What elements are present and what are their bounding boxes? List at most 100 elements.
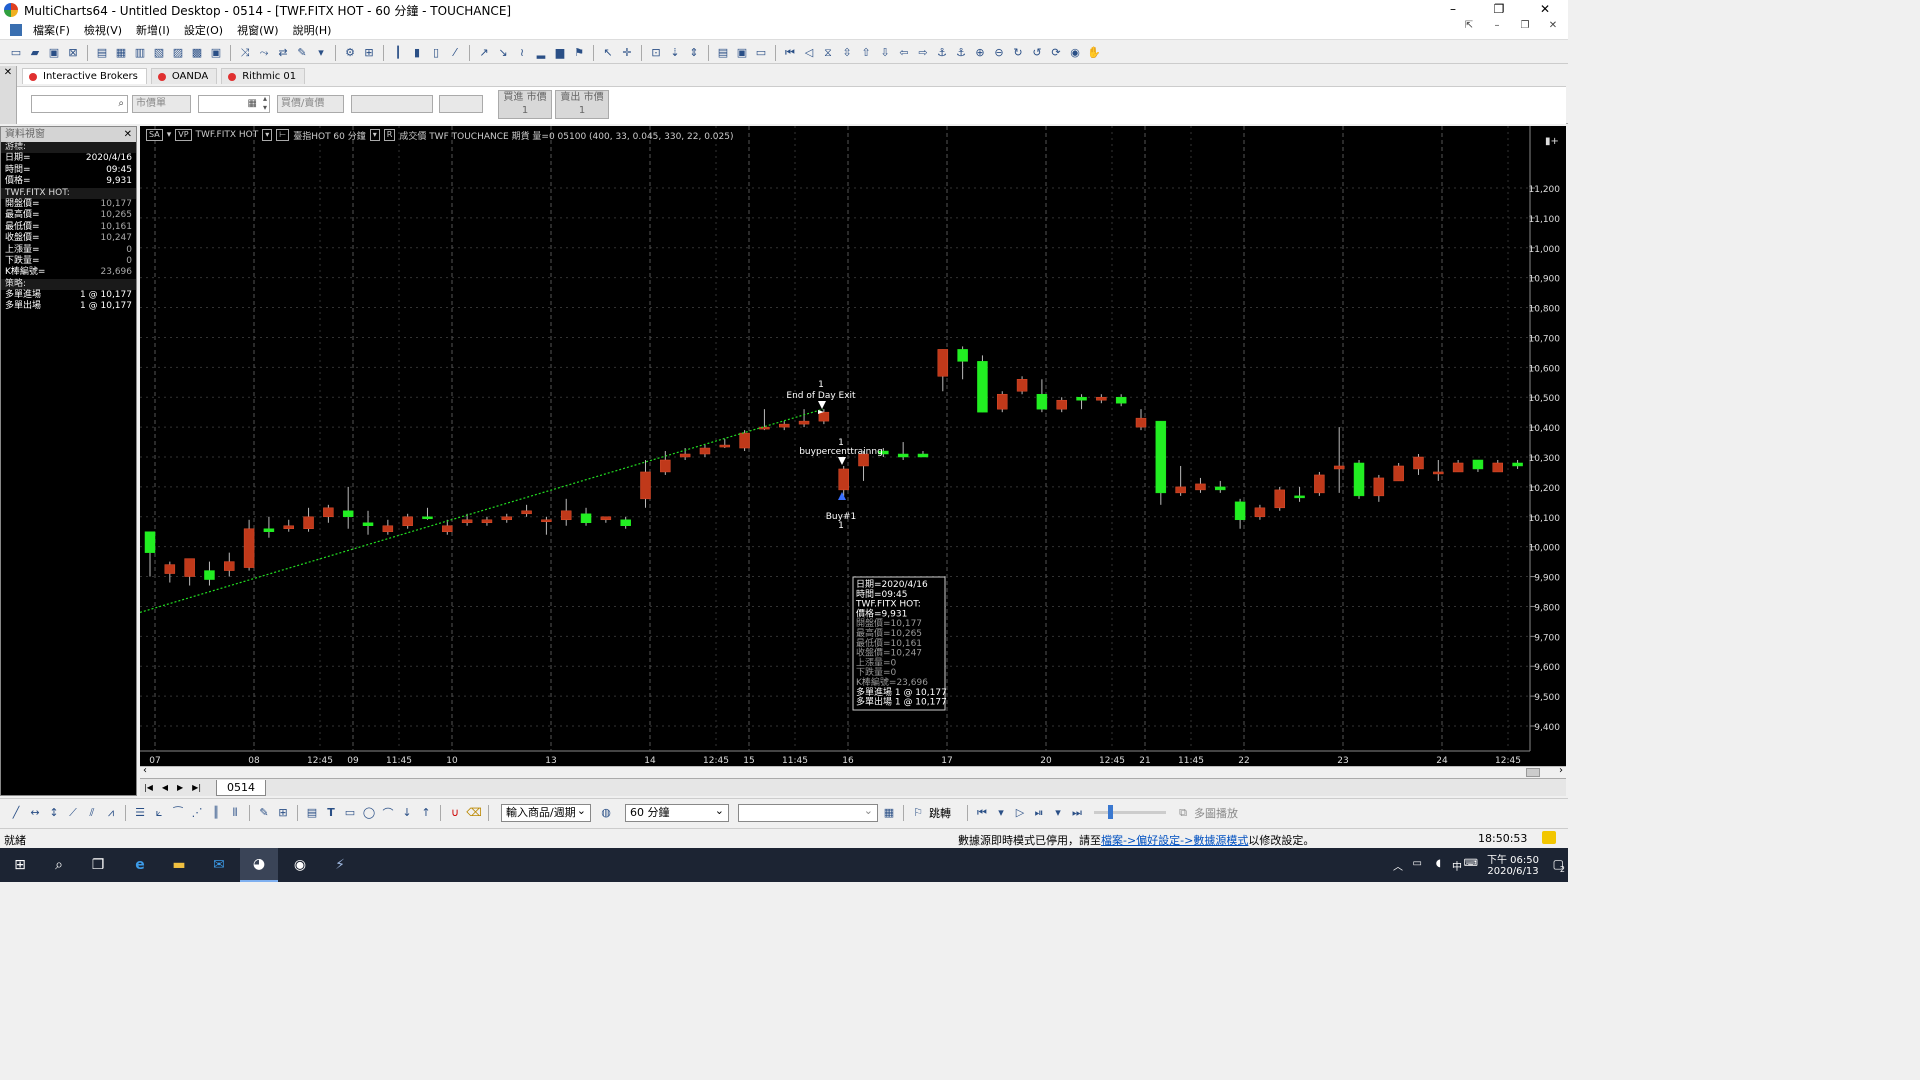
restore-button[interactable]: ❐ — [1476, 0, 1522, 20]
arrow-up-icon[interactable]: ↑ — [418, 805, 434, 821]
close-button[interactable]: ✕ — [1522, 0, 1568, 20]
grid-icon[interactable]: ⊞ — [275, 805, 291, 821]
order-entry-icon[interactable]: ▧ — [151, 45, 167, 61]
globe-icon[interactable]: ◍ — [598, 805, 614, 821]
new-window-icon[interactable]: ▭ — [8, 45, 24, 61]
symbol-icon[interactable]: ⊞ — [361, 45, 377, 61]
mail-icon[interactable]: ✉ — [207, 853, 231, 877]
bars-icon[interactable]: ▆ — [552, 45, 568, 61]
ime-indicator[interactable]: 中 — [1452, 858, 1462, 873]
close-doc-icon[interactable]: ⊠ — [65, 45, 81, 61]
formatting-icon[interactable]: ⚙ — [342, 45, 358, 61]
arrow-down-icon[interactable]: ↓ — [399, 805, 415, 821]
windows-start-icon[interactable]: ⊞ — [8, 853, 32, 877]
taskbar-time[interactable]: 下午 06:50 — [1478, 851, 1548, 866]
menu-view[interactable]: 檢視(V) — [77, 22, 129, 38]
notes-icon[interactable] — [1542, 831, 1556, 844]
sheet-next-icon[interactable]: ▶ — [177, 783, 183, 792]
menu-window[interactable]: 視窗(W) — [230, 22, 285, 38]
data2-dropdown-icon[interactable]: ▾ — [369, 129, 380, 141]
shift-right-icon[interactable]: ⇨ — [915, 45, 931, 61]
slider-thumb[interactable] — [1108, 805, 1113, 819]
open-folder-icon[interactable]: ▰ — [27, 45, 43, 61]
trend-down-icon[interactable]: ↘ — [495, 45, 511, 61]
bar-chart-icon[interactable]: ┃ — [390, 45, 406, 61]
buy-market-button[interactable]: 買進 市價 1 — [498, 90, 552, 119]
menu-file[interactable]: 檔案(F) — [26, 22, 77, 38]
sa-badge[interactable]: SA — [146, 129, 163, 141]
chart-horizontal-scrollbar[interactable]: ‹ › — [140, 765, 1566, 778]
sheet-first-icon[interactable]: |◀ — [144, 783, 153, 792]
scale-fit-icon[interactable]: ⧖ — [820, 45, 836, 61]
network-icon[interactable]: ▭ — [1413, 858, 1422, 869]
hollow-candle-icon[interactable]: ▯ — [428, 45, 444, 61]
symbol-search-input[interactable]: ⌕ — [31, 95, 128, 113]
tif-select[interactable] — [439, 95, 483, 113]
fib-fan-icon[interactable]: ⋰ — [189, 805, 205, 821]
sheet-last-icon[interactable]: ▶| — [192, 783, 201, 792]
broker-tab-oanda[interactable]: OANDA — [150, 68, 218, 84]
sell-market-button[interactable]: 賣出 市價 1 — [555, 90, 609, 119]
taskbar-date[interactable]: 2020/6/13 — [1478, 866, 1548, 877]
jump-icon[interactable]: ⚐ — [910, 805, 926, 821]
playback-dropdown-2-icon[interactable]: ▾ — [1050, 805, 1066, 821]
pointer-icon[interactable]: ↖ — [600, 45, 616, 61]
flag-icon[interactable]: ⚑ — [571, 45, 587, 61]
playback-last-icon[interactable]: ⏭ — [1069, 805, 1085, 821]
multi-playback-icon[interactable]: ⧉ — [1175, 805, 1191, 821]
tray-arrow-icon[interactable]: ︿ — [1393, 858, 1403, 873]
save-icon[interactable]: ▣ — [46, 45, 62, 61]
sheet-tab-0514[interactable]: 0514 — [216, 779, 267, 796]
vertical-line-icon[interactable]: ↕ — [46, 805, 62, 821]
r-badge[interactable]: R — [383, 129, 396, 141]
eraser-icon[interactable]: ⌫ — [466, 805, 482, 821]
search-icon[interactable]: ⌕ — [47, 853, 71, 877]
layout-icon[interactable]: ▤ — [715, 45, 731, 61]
signal-icon[interactable]: ⇄ — [275, 45, 291, 61]
arc-icon[interactable]: ⁀ — [170, 805, 186, 821]
chart-area[interactable]: 11,200 11,100 11,000 10,900 10,800 10,700 10,6… — [139, 126, 1566, 766]
trendline-icon[interactable]: ╱ — [8, 805, 24, 821]
multicharts-taskbar-icon[interactable]: ◕ — [240, 848, 278, 882]
trend-up-icon[interactable]: ↗ — [476, 45, 492, 61]
rotate-icon[interactable]: ↻ — [1010, 45, 1026, 61]
mdi-float-icon[interactable]: ⇱ — [1460, 20, 1478, 31]
menu-insert[interactable]: 新增(I) — [129, 22, 177, 38]
pencil-icon[interactable]: ✎ — [256, 805, 272, 821]
fan-icon[interactable]: ⩘ — [103, 805, 119, 821]
file-explorer-icon[interactable]: ▬ — [167, 853, 191, 877]
portfolio-icon[interactable]: ▨ — [170, 45, 186, 61]
bid-ask-select[interactable]: 買價/賣價 — [277, 95, 344, 113]
chrome-icon[interactable]: ◉ — [288, 853, 312, 877]
move-icon[interactable]: ⇣ — [667, 45, 683, 61]
fibonacci-icon[interactable]: ☰ — [132, 805, 148, 821]
chat-icon[interactable]: ▭ — [753, 45, 769, 61]
crosshair-icon[interactable]: ✛ — [619, 45, 635, 61]
symbol-interval-select[interactable]: 輸入商品/週期 — [501, 803, 591, 822]
minimize-button[interactable]: – — [1430, 0, 1476, 20]
rotate-back-icon[interactable]: ↺ — [1029, 45, 1045, 61]
dropdown-arrow-icon[interactable]: ▾ — [313, 45, 329, 61]
data-window-close-icon[interactable]: ✕ — [124, 127, 132, 142]
report-icon[interactable]: ▣ — [208, 45, 224, 61]
jump-button[interactable]: 跳轉 — [929, 805, 951, 821]
prev-bar-icon[interactable]: ◁ — [801, 45, 817, 61]
vp-badge[interactable]: VP — [175, 129, 192, 141]
dom-icon[interactable]: ▥ — [132, 45, 148, 61]
menu-settings[interactable]: 設定(O) — [177, 22, 230, 38]
shift-left-icon[interactable]: ⇦ — [896, 45, 912, 61]
calculator-icon[interactable]: ▦ — [248, 96, 257, 112]
order-bar-close-icon[interactable]: ✕ — [0, 66, 16, 80]
gann-icon[interactable]: ⟀ — [151, 805, 167, 821]
channel-icon[interactable]: ⟋ — [65, 805, 81, 821]
calendar-icon[interactable]: ▦ — [881, 805, 897, 821]
scroll-left-icon[interactable]: ‹ — [143, 765, 147, 776]
playback-step-icon[interactable]: ⏯ — [1031, 805, 1047, 821]
scale-down-icon[interactable]: ⇧ — [858, 45, 874, 61]
quantity-stepper[interactable]: ▦ ▴ ▾ — [198, 94, 270, 113]
marker-down-icon[interactable]: ⇩ — [877, 45, 893, 61]
scale-up-icon[interactable]: ⇳ — [839, 45, 855, 61]
text-icon[interactable]: T — [323, 805, 339, 821]
task-view-icon[interactable]: ❐ — [86, 853, 110, 877]
status-settings-link[interactable]: 檔案->偏好設定->數據源模式 — [1101, 834, 1248, 847]
